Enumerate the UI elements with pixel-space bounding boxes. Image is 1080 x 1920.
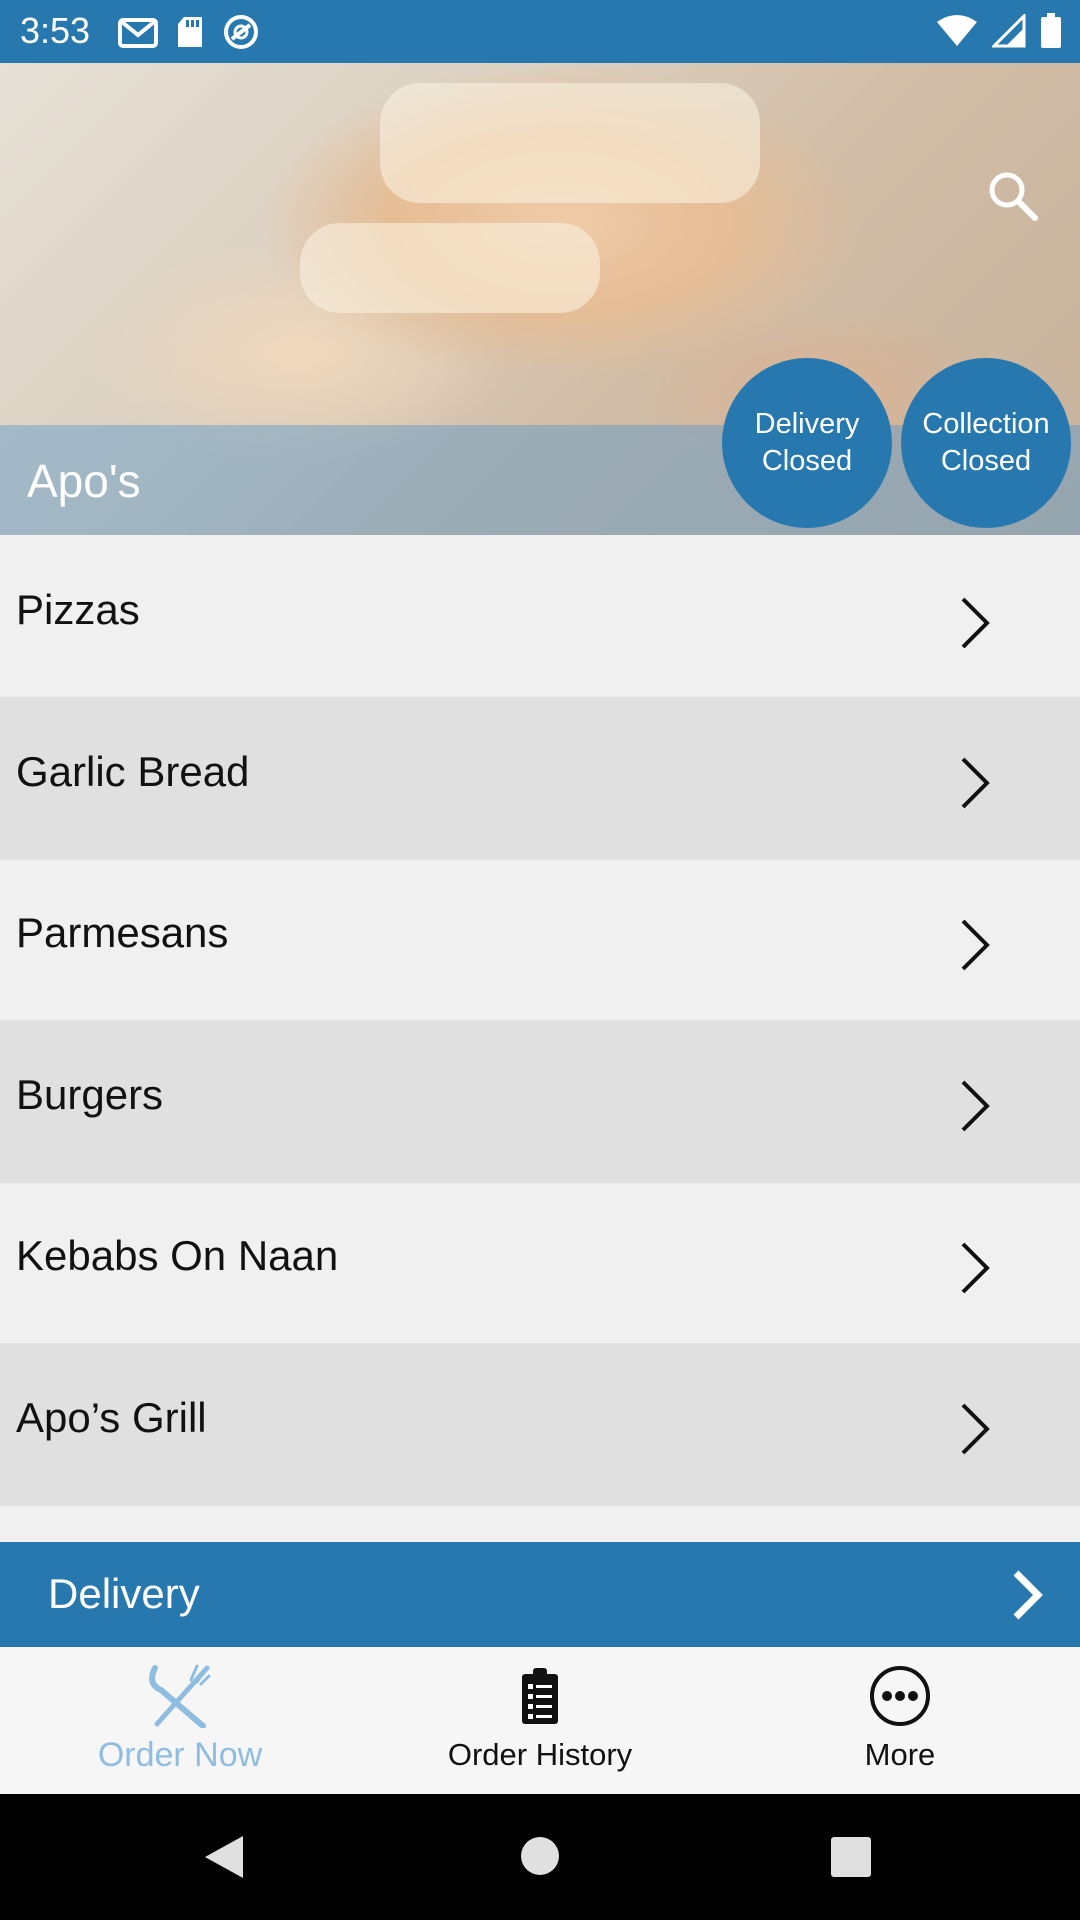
menu-item-label: Parmesans: [16, 909, 229, 956]
wifi-icon: [937, 15, 977, 46]
chevron-right-icon: [961, 597, 990, 649]
menu-item-pizzas[interactable]: Pizzas: [0, 537, 1080, 697]
status-system-icons: [936, 13, 1062, 49]
chevron-right-icon: [961, 757, 990, 809]
vpn-icon: [224, 15, 258, 49]
nav-order-now-label: Order Now: [97, 1736, 263, 1774]
collection-status-value: Closed: [940, 445, 1032, 477]
chevron-right-icon: [961, 1403, 990, 1455]
menu-item-label: Burgers: [16, 1071, 164, 1118]
chevron-right-icon: [1013, 1570, 1043, 1620]
menu-item-burgers[interactable]: Burgers: [0, 1020, 1080, 1183]
delivery-status-title: Delivery: [754, 408, 860, 440]
menu-item-kebabs-on-naan[interactable]: Kebabs On Naan: [0, 1183, 1080, 1343]
nav-more-label: More: [864, 1737, 936, 1772]
delivery-mode-bar[interactable]: Delivery: [0, 1542, 1080, 1647]
gmail-icon: [118, 18, 158, 48]
bottom-navigation: Order Now Order History More: [0, 1647, 1080, 1794]
chevron-right-icon: [961, 919, 990, 971]
sd-card-icon: [178, 17, 202, 47]
restaurant-name: Apo's: [27, 455, 141, 507]
menu-item-garlic-bread[interactable]: Garlic Bread: [0, 697, 1080, 860]
search-button[interactable]: [985, 168, 1041, 224]
delivery-status-value: Closed: [761, 445, 853, 477]
menu-item-parmesans[interactable]: Parmesans: [0, 860, 1080, 1020]
menu-item-label: Pizzas: [16, 586, 140, 633]
chevron-right-icon: [961, 1242, 990, 1294]
battery-icon: [1041, 13, 1061, 48]
nav-order-history[interactable]: Order History: [390, 1647, 690, 1794]
back-icon[interactable]: [203, 1834, 245, 1880]
status-notification-icons: [118, 13, 260, 51]
delivery-mode-label: Delivery: [48, 1570, 200, 1617]
chevron-right-icon: [961, 1080, 990, 1132]
status-time: 3:53: [20, 10, 91, 51]
nav-order-now[interactable]: Order Now: [30, 1647, 330, 1794]
fork-knife-icon: [149, 1664, 211, 1728]
delivery-status-badge: Delivery Closed: [722, 358, 892, 528]
signal-icon: [992, 14, 1026, 48]
nav-order-history-label: Order History: [447, 1737, 633, 1772]
home-icon[interactable]: [520, 1836, 560, 1876]
nav-more[interactable]: More: [750, 1647, 1050, 1794]
collection-status-badge: Collection Closed: [901, 358, 1071, 528]
collection-status-title: Collection: [922, 408, 1050, 440]
menu-item-label: Garlic Bread: [16, 748, 250, 795]
menu-category-list: Pizzas Garlic Bread Parmesans Burgers Ke…: [0, 537, 1080, 1506]
recents-icon[interactable]: [830, 1836, 872, 1878]
menu-item-label: Kebabs On Naan: [16, 1232, 339, 1279]
clipboard-icon: [522, 1668, 558, 1724]
search-icon: [989, 172, 1038, 221]
status-bar: 3:53: [0, 0, 1080, 63]
more-icon: [870, 1666, 930, 1726]
menu-item-apos-grill[interactable]: Apo’s Grill: [0, 1343, 1080, 1506]
system-navigation-bar: [0, 1794, 1080, 1920]
menu-item-label: Apo’s Grill: [16, 1394, 207, 1441]
